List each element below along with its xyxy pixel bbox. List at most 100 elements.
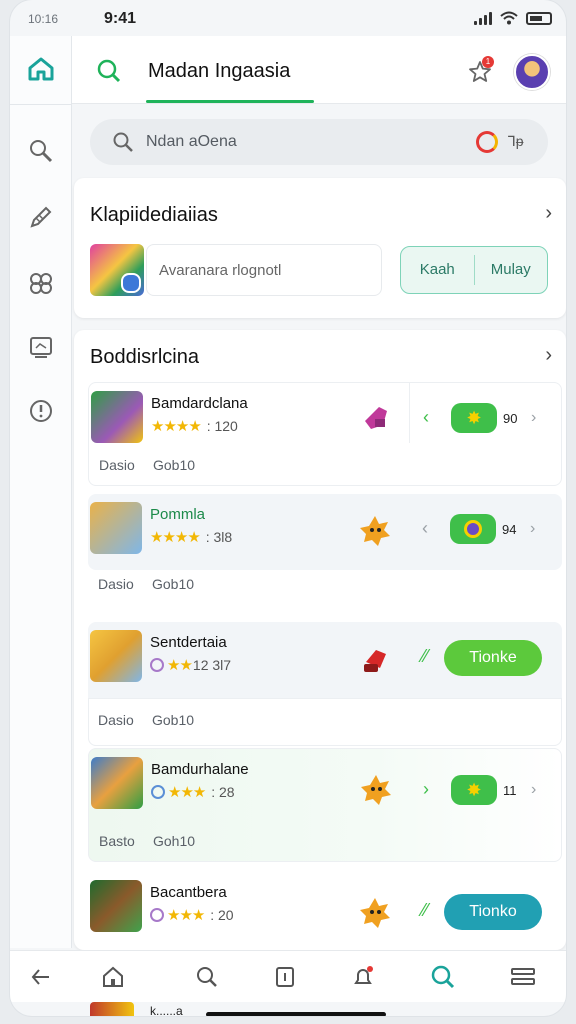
chevron-right-icon[interactable]: › — [531, 781, 536, 799]
screen-icon — [30, 337, 52, 358]
rail-search[interactable] — [22, 132, 60, 170]
chevron-right-icon[interactable]: › — [423, 779, 429, 800]
bottom-nav — [10, 950, 566, 1002]
search-input[interactable]: Ndan aOena — [146, 133, 237, 151]
rating-text: : 28 — [211, 784, 235, 800]
google-icon[interactable] — [476, 131, 498, 153]
featured-btn-left[interactable]: Kaah — [401, 247, 474, 293]
status-icons — [474, 11, 552, 25]
header: Madan Ingaasia 1 — [72, 36, 566, 104]
chevron-right-icon[interactable]: › — [545, 344, 552, 367]
app-icon — [90, 502, 142, 554]
featured-title: Klapiidediaiias — [90, 204, 218, 226]
search-icon — [113, 132, 133, 152]
rail-edit[interactable] — [22, 198, 60, 236]
mascot-icon — [361, 775, 391, 805]
list-item[interactable]: Bamdardclana ★★★★ : 120 Dasio Gob10 ‹ ✸ … — [88, 382, 562, 486]
rail-divider — [10, 104, 72, 105]
item-chip[interactable]: ✸ — [451, 403, 497, 433]
rail-screen[interactable] — [22, 328, 60, 366]
page-title: Madan Ingaasia — [148, 60, 291, 82]
bell-icon — [354, 966, 373, 984]
featured-btn-right[interactable]: Mulay — [475, 247, 548, 293]
list-item[interactable]: Bacantbera ★★★ : 20 ⁄⁄ Tionko — [88, 872, 562, 942]
item-action-button[interactable]: Tionke — [444, 640, 542, 676]
nav-menu[interactable] — [510, 964, 536, 990]
search-bar[interactable]: Ndan aOena Ꞁᵽ — [90, 119, 548, 165]
chevron-left-icon[interactable]: ‹ — [423, 407, 429, 428]
badge-icon — [151, 785, 165, 799]
monster-icon: ✸ — [466, 779, 482, 800]
active-tab-indicator — [146, 100, 314, 103]
double-chevron-icon[interactable]: ⁄⁄ — [422, 646, 428, 667]
item-action-button[interactable]: Tionko — [444, 894, 542, 930]
item-sub1: Dasio — [98, 576, 134, 592]
voice-search-button[interactable]: Ꞁᵽ — [508, 133, 524, 150]
search-icon — [197, 967, 217, 987]
globe-icon — [464, 520, 482, 538]
status-time: 9:41 — [104, 10, 137, 27]
grid-icon — [30, 273, 52, 294]
chevron-right-icon[interactable]: › — [530, 520, 535, 538]
header-search-button[interactable] — [96, 58, 122, 89]
list-section: Boddisrlcina › Bamdardclana ★★★★ : 120 D… — [74, 330, 566, 950]
nav-search[interactable] — [194, 964, 220, 990]
rail-apps[interactable] — [22, 264, 60, 302]
row-divider — [409, 383, 410, 443]
rail-home[interactable] — [22, 50, 60, 88]
rating-text: : 20 — [210, 907, 234, 923]
star-rating-icon: ★★★ — [168, 784, 206, 801]
featured-toggle[interactable]: Kaah Mulay — [400, 246, 548, 294]
search-icon — [97, 59, 121, 83]
list-item[interactable]: Bamdurhalane ★★★ : 28 Basto Goh10 › ✸ 11… — [88, 748, 562, 862]
double-chevron-icon[interactable]: ⁄⁄ — [422, 900, 428, 921]
home-indicator[interactable] — [206, 1012, 386, 1016]
app-icon — [90, 630, 142, 682]
home-icon — [28, 57, 54, 81]
item-name: Bamdurhalane — [151, 761, 249, 778]
star-rating-icon: ★★★ — [167, 907, 205, 924]
peek-app-icon — [90, 1002, 134, 1016]
item-count: 90 — [503, 411, 518, 426]
mascot-icon — [360, 516, 390, 546]
nav-library[interactable] — [272, 964, 298, 990]
item-name: Pommla — [150, 506, 206, 523]
featured-text-field[interactable]: Avaranara rlognotl — [146, 244, 382, 296]
monster-icon: ✸ — [466, 407, 482, 428]
signal-icon — [474, 11, 492, 25]
star-rating-icon: ★★★★ — [150, 529, 201, 546]
rating-text: 12 3l7 — [192, 657, 232, 673]
search-icon — [431, 965, 455, 989]
nav-back[interactable] — [28, 964, 54, 990]
featured-text: Avaranara rlognotl — [159, 262, 282, 279]
list-title: Boddisrlcina — [90, 346, 199, 368]
item-rating: ★★★★ : 120 — [151, 417, 238, 435]
item-chip[interactable]: ✸ — [451, 775, 497, 805]
badge-icon — [150, 908, 164, 922]
list-item[interactable]: Pommla ★★★★ : 3l8 ‹ 94 › — [88, 494, 562, 570]
rail-info[interactable] — [22, 392, 60, 430]
rating-text: : 3l8 — [205, 529, 233, 545]
info-icon — [30, 400, 52, 422]
nav-home[interactable] — [100, 964, 126, 990]
featured-app-icon[interactable] — [90, 244, 144, 296]
nav-notifications[interactable] — [350, 964, 376, 990]
nav-search-active[interactable] — [430, 964, 456, 990]
item-chip[interactable] — [450, 514, 496, 544]
chevron-right-icon[interactable]: › — [545, 202, 552, 225]
document-icon — [276, 967, 294, 987]
chevron-left-icon[interactable]: ‹ — [422, 518, 428, 539]
item-sub1: Dasio — [99, 457, 135, 473]
item-name: Bamdardclana — [151, 395, 248, 412]
status-left-time: 10:16 — [28, 12, 59, 26]
list-item[interactable]: Sentdertaia ★★ 12 3l7 Dasio Gob10 ⁄⁄ Tion… — [88, 622, 562, 746]
chevron-right-icon[interactable]: › — [531, 409, 536, 427]
star-rating-icon: ★★ — [167, 657, 193, 674]
star-rating-icon: ★★★★ — [151, 418, 202, 435]
item-sub2: Goh10 — [153, 833, 196, 849]
app-icon — [91, 391, 143, 443]
battery-icon — [526, 11, 552, 25]
robot-icon — [365, 407, 387, 429]
featured-section: Klapiidediaiias › Avaranara rlognotl Kaa… — [74, 178, 566, 318]
avatar[interactable] — [514, 54, 550, 90]
